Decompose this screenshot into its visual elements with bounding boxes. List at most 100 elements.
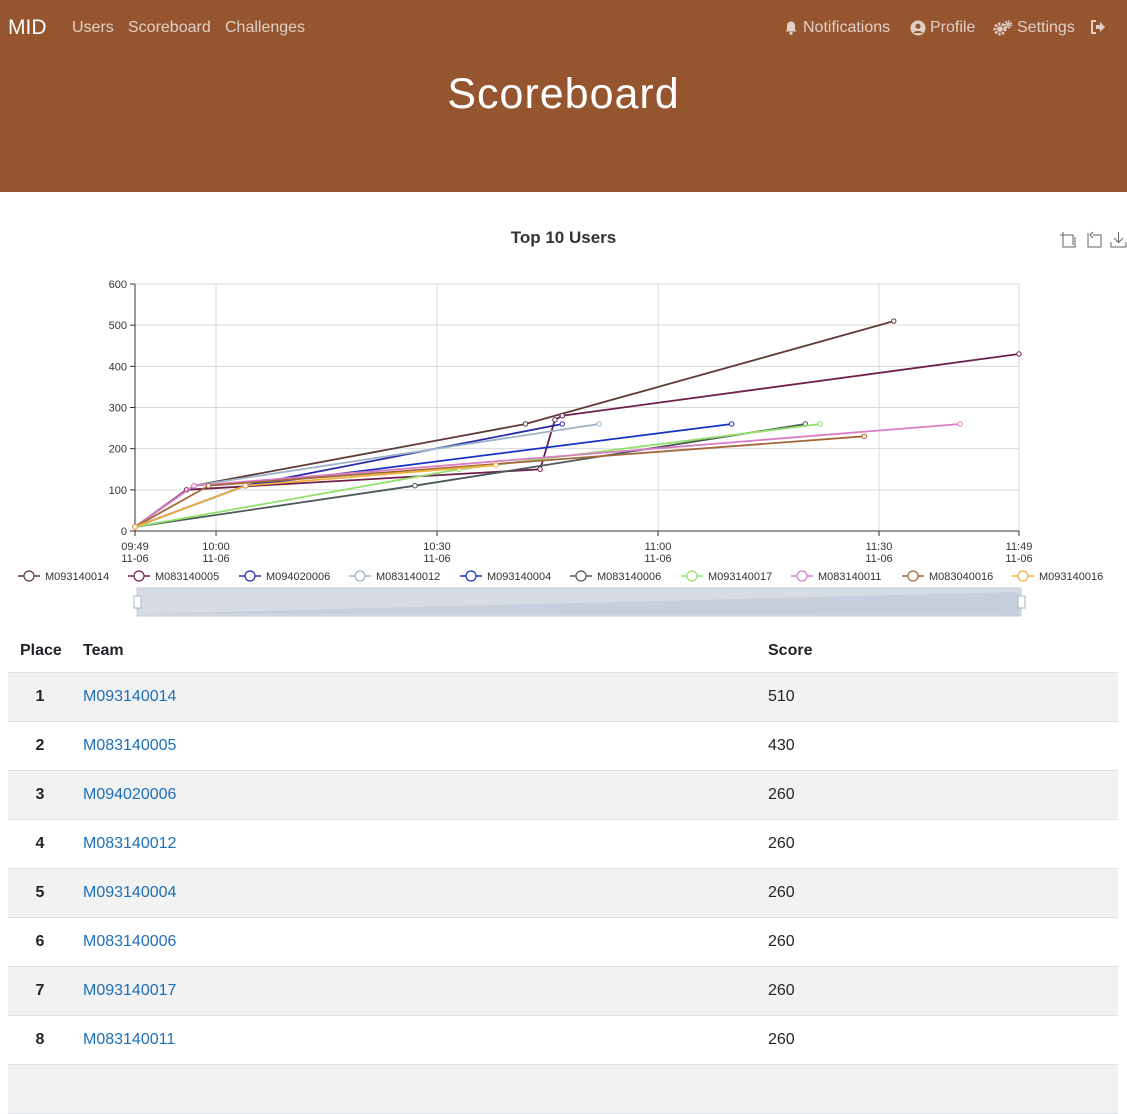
place-cell: 7 [35, 982, 45, 999]
series-M093140014 [132, 318, 897, 530]
score-cell: 260 [768, 933, 795, 950]
x-tick-label: 11-06 [423, 553, 450, 565]
legend-item[interactable]: M083140006 [570, 570, 661, 583]
data-point [242, 483, 249, 489]
team-link[interactable]: M094020006 [83, 786, 176, 804]
legend-item[interactable]: M083040016 [902, 570, 993, 583]
score-cell: 260 [768, 786, 795, 803]
y-tick-label: 500 [109, 320, 127, 332]
legend-item[interactable]: M083140012 [349, 570, 440, 583]
series-line [134, 353, 1020, 528]
legend-label: M083140005 [155, 571, 219, 583]
nav-settings-label: Settings [1017, 19, 1075, 36]
legend-label: M094020006 [266, 571, 330, 583]
legend-item[interactable]: M093140004 [460, 570, 551, 583]
team-link[interactable]: M083140011 [83, 1031, 175, 1049]
x-tick-label: 09:49 [121, 541, 149, 553]
line-chart: 010020030040050060009:4911-0610:0011-061… [18, 279, 1103, 617]
legend-item[interactable]: M094020006 [239, 570, 330, 583]
nav-settings-link[interactable]: Settings [993, 19, 1075, 37]
table-row: 5 M093140004 260 [8, 869, 1118, 918]
chart-grid [134, 283, 1020, 532]
team-link[interactable]: M083140005 [83, 737, 176, 755]
table-row: 8 M083140011 260 [8, 1016, 1118, 1065]
data-point [537, 466, 543, 472]
navbar: MID Users Scoreboard Challenges Notifica… [0, 0, 1127, 192]
brand-logo[interactable]: MID [8, 16, 47, 40]
data-point [891, 318, 897, 324]
x-tick-label: 11:00 [645, 541, 672, 553]
team-link[interactable]: M093140014 [83, 688, 176, 706]
nav-profile-link[interactable]: Profile [910, 19, 975, 37]
legend-label: M093140016 [1039, 571, 1103, 583]
zoom-handle-right [1017, 595, 1026, 609]
data-point [412, 483, 418, 489]
place-header: Place [20, 642, 62, 659]
legend-item[interactable]: M083140011 [791, 570, 881, 583]
place-cell: 1 [35, 688, 45, 705]
legend-marker [23, 570, 35, 582]
table-row: 4 M083140012 260 [8, 820, 1118, 869]
data-zoom-slider[interactable] [133, 587, 1026, 617]
legend-marker [244, 570, 256, 582]
legend-marker [1017, 570, 1029, 582]
legend-label: M083140006 [597, 571, 661, 583]
legend-label: M093140014 [45, 571, 109, 583]
legend-marker [686, 570, 698, 582]
data-point [729, 421, 735, 427]
sign-out-icon [1091, 20, 1105, 34]
place-cell: 5 [35, 884, 45, 901]
x-tick-label: 11-06 [644, 553, 671, 565]
place-cell: 2 [35, 737, 45, 754]
legend-label: M083040016 [929, 571, 993, 583]
legend-item[interactable]: M093140014 [18, 570, 109, 583]
data-point [861, 433, 867, 440]
legend-item[interactable]: M083140005 [128, 570, 219, 583]
table-row [8, 1065, 1118, 1114]
data-point [522, 421, 529, 427]
x-tick-label: 10:30 [423, 541, 451, 553]
team-link[interactable]: M093140004 [83, 884, 176, 902]
team-link[interactable]: M083140006 [83, 933, 176, 951]
data-point [132, 524, 138, 530]
score-cell: 510 [768, 688, 795, 705]
table-row: 2 M083140005 430 [8, 722, 1118, 771]
legend-label: M083140011 [818, 571, 881, 583]
legend-marker [133, 570, 145, 582]
legend-marker [354, 570, 366, 582]
x-tick-label: 11-06 [202, 553, 229, 565]
zoom-reset-icon[interactable] [1085, 231, 1103, 249]
nav-users-link[interactable]: Users [72, 19, 114, 37]
table-body: 1 M093140014 510 2 M083140005 430 3 M094020006 2… [8, 673, 1118, 1114]
team-link[interactable]: M093140017 [83, 982, 176, 1000]
y-tick-label: 400 [109, 361, 127, 373]
data-point [493, 462, 499, 468]
nav-logout-link[interactable] [1090, 19, 1111, 35]
x-tick-label: 11-06 [865, 553, 892, 565]
legend-item[interactable]: M093140016 [1012, 570, 1103, 583]
zoom-icon[interactable] [1059, 231, 1077, 249]
data-point [559, 421, 565, 427]
legend-item[interactable]: M093140017 [681, 570, 772, 583]
download-icon[interactable] [1110, 231, 1127, 249]
nav-notifications-link[interactable]: Notifications [783, 19, 890, 37]
data-point [559, 413, 565, 419]
data-point [596, 421, 602, 427]
place-cell: 3 [35, 786, 45, 803]
table-row: 6 M083140006 260 [8, 918, 1118, 967]
y-tick-label: 200 [109, 444, 127, 456]
series-M083140005 [132, 351, 1022, 530]
x-tick-label: 11-06 [121, 553, 148, 565]
nav-scoreboard-link[interactable]: Scoreboard [128, 19, 211, 37]
x-tick-label: 11:30 [866, 541, 893, 553]
table-header: Place Team Score [8, 630, 1118, 673]
team-link[interactable]: M083140012 [83, 835, 176, 853]
series-line [134, 320, 895, 528]
place-cell: 4 [35, 835, 45, 852]
table-row: 3 M094020006 260 [8, 771, 1118, 820]
nav-challenges-link[interactable]: Challenges [225, 19, 305, 37]
score-header: Score [768, 642, 813, 659]
chart-title: Top 10 Users [510, 228, 617, 247]
nav-notifications-label: Notifications [803, 19, 891, 36]
data-point [191, 483, 197, 489]
